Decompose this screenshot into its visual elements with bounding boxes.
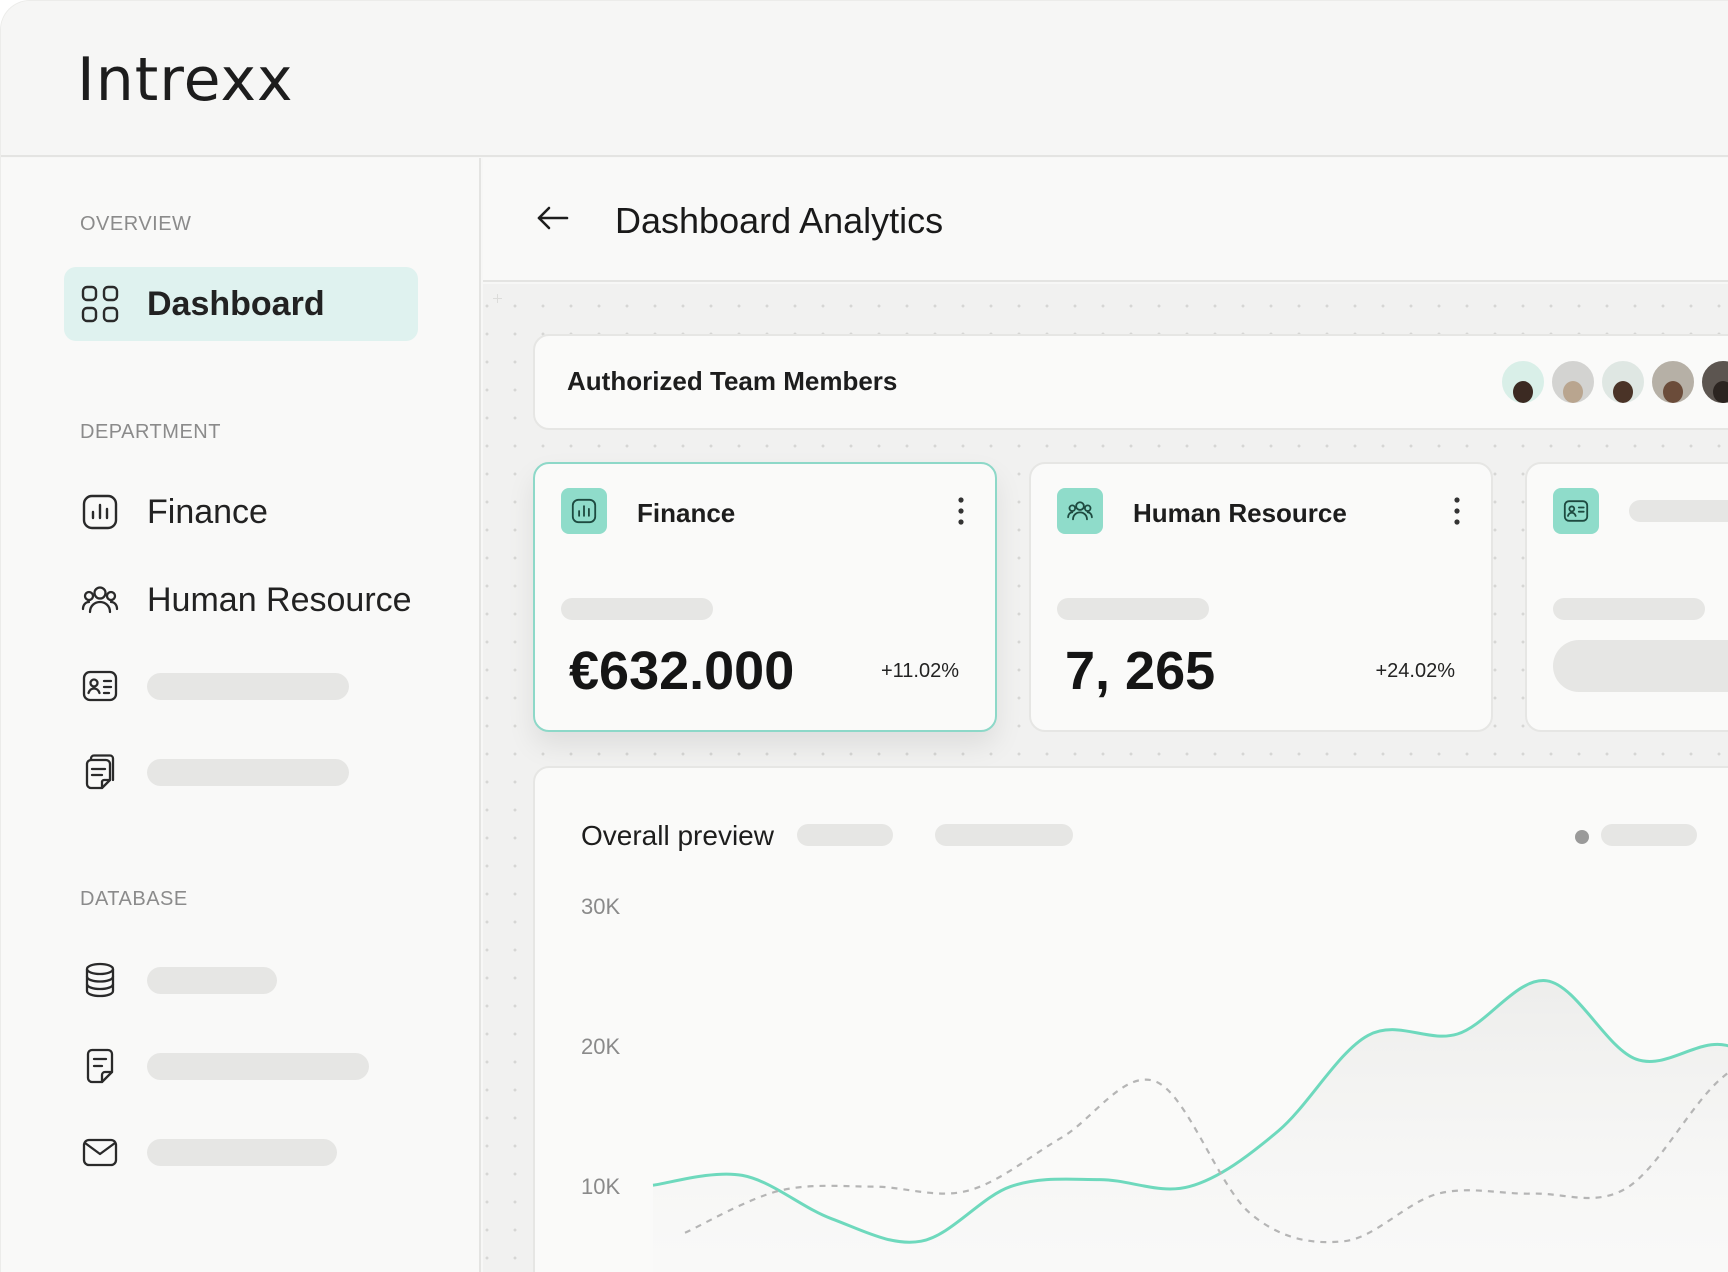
overall-preview-chart <box>652 979 1728 1272</box>
more-options-icon[interactable] <box>1453 496 1461 526</box>
id-card-icon <box>1553 488 1599 534</box>
placeholder-bar <box>147 966 277 994</box>
sidebar-item-placeholder[interactable] <box>79 662 459 710</box>
mail-icon <box>79 1131 121 1173</box>
bar-chart-icon <box>79 491 121 533</box>
placeholder-bar <box>1057 598 1209 620</box>
app-window: Intrexx OVERVIEW Dashboard DEPARTMENT Fi… <box>0 0 1728 1272</box>
grid-icon <box>79 283 121 325</box>
documents-icon <box>79 751 121 793</box>
page-header: Dashboard Analytics <box>483 158 1728 282</box>
placeholder-bar <box>1553 640 1728 692</box>
more-options-icon[interactable] <box>957 496 965 526</box>
section-overview: OVERVIEW <box>80 213 192 235</box>
avatar[interactable] <box>1649 358 1697 406</box>
section-department: DEPARTMENT <box>80 421 221 443</box>
sidebar-item-placeholder[interactable] <box>79 1128 459 1176</box>
placeholder-card[interactable] <box>1525 462 1728 732</box>
main-content: Dashboard Analytics Authorized Team Memb… <box>483 158 1728 1272</box>
placeholder-bar <box>147 758 349 786</box>
placeholder-bar <box>1629 500 1728 522</box>
database-icon <box>79 959 121 1001</box>
id-card-icon <box>79 665 121 707</box>
page-title: Dashboard Analytics <box>615 200 944 241</box>
card-change: +11.02% <box>880 660 959 682</box>
finance-card[interactable]: Finance €632.000 +11.02% <box>533 462 997 732</box>
section-database: DATABASE <box>80 888 188 910</box>
sidebar-item-human-resource[interactable]: Human Resource <box>79 576 459 624</box>
placeholder-bar <box>147 1138 337 1166</box>
card-title: Human Resource <box>1133 498 1347 528</box>
placeholder-bar <box>561 598 713 620</box>
sidebar-item-dashboard[interactable]: Dashboard <box>79 280 459 328</box>
avatar[interactable] <box>1549 358 1597 406</box>
sidebar: OVERVIEW Dashboard DEPARTMENT Finance Hu… <box>1 158 481 1272</box>
note-icon <box>79 1045 121 1087</box>
team-members-card: Authorized Team Members <box>533 334 1728 430</box>
placeholder-bar <box>147 1052 369 1080</box>
people-icon <box>1057 488 1103 534</box>
card-change: +24.02% <box>1375 660 1455 682</box>
arrow-left-icon[interactable] <box>533 198 573 238</box>
sidebar-item-placeholder[interactable] <box>79 956 459 1004</box>
avatar[interactable] <box>1599 358 1647 406</box>
card-title: Finance <box>637 498 736 528</box>
avatar[interactable] <box>1499 358 1547 406</box>
logo: Intrexx <box>77 45 294 115</box>
card-value: €632.000 <box>569 641 795 701</box>
sidebar-item-finance[interactable]: Finance <box>79 488 459 536</box>
dashboard-canvas: Authorized Team Members Finance €632.000… <box>483 284 1728 1272</box>
sidebar-item-label: Finance <box>147 492 268 531</box>
sidebar-item-label: Dashboard <box>147 284 325 323</box>
human-resource-card[interactable]: Human Resource 7, 265 +24.02% <box>1029 462 1493 732</box>
sidebar-item-placeholder[interactable] <box>79 748 459 796</box>
avatar-group[interactable] <box>1499 358 1728 406</box>
sidebar-item-placeholder[interactable] <box>79 1042 459 1090</box>
top-bar: Intrexx <box>1 1 1728 157</box>
avatar[interactable] <box>1699 358 1728 406</box>
sidebar-item-label: Human Resource <box>147 580 412 619</box>
series-area <box>653 980 1728 1272</box>
placeholder-bar <box>1553 598 1705 620</box>
placeholder-bar <box>147 672 349 700</box>
card-value: 7, 265 <box>1065 641 1216 701</box>
people-icon <box>79 579 121 621</box>
bar-chart-icon <box>561 488 607 534</box>
team-members-title: Authorized Team Members <box>567 366 898 396</box>
overall-preview-card: Overall preview 30K 20K 10K <box>533 766 1728 1272</box>
